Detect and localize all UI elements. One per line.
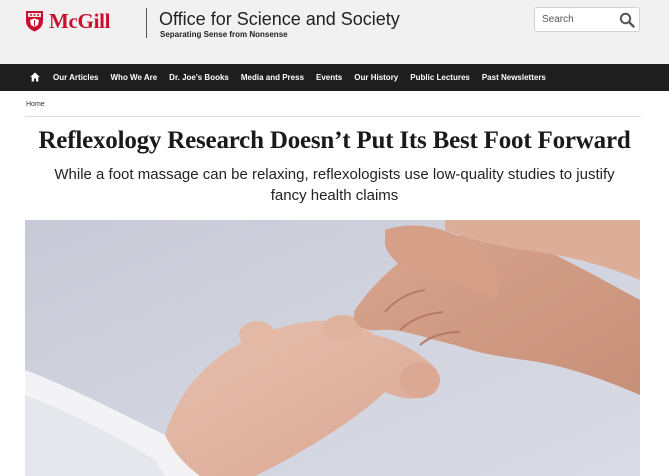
article-title: Reflexology Research Doesn’t Put Its Bes… [38,127,631,154]
site-header: McGill Office for Science and Society Se… [0,0,669,64]
search-input[interactable] [535,8,622,31]
main-nav: Our Articles Who We Are Dr. Joe's Books … [0,64,669,91]
nav-item-events[interactable]: Events [316,73,342,82]
search-box [534,7,640,32]
nav-item-our-history[interactable]: Our History [354,73,398,82]
nav-item-our-articles[interactable]: Our Articles [53,73,99,82]
article-subtitle: While a foot massage can be relaxing, re… [54,166,615,204]
nav-item-public-lectures[interactable]: Public Lectures [410,73,470,82]
foot-massage-photo [25,220,640,476]
hero-image [25,220,640,476]
site-title[interactable]: Office for Science and Society [159,9,400,30]
site-subtitle: Separating Sense from Nonsense [160,30,288,39]
breadcrumb-divider [25,116,641,117]
mcgill-crest-icon [26,11,43,32]
nav-item-dr-joes-books[interactable]: Dr. Joe's Books [169,73,229,82]
nav-item-who-we-are[interactable]: Who We Are [111,73,158,82]
nav-item-media-and-press[interactable]: Media and Press [241,73,304,82]
search-icon[interactable] [619,12,635,28]
header-divider [146,8,147,38]
nav-item-past-newsletters[interactable]: Past Newsletters [482,73,546,82]
logo-text: McGill [49,8,111,33]
breadcrumb-home[interactable]: Home [26,101,45,108]
nav-list: Our Articles Who We Are Dr. Joe's Books … [53,64,558,91]
mcgill-logo[interactable]: McGill [25,8,110,34]
home-icon[interactable] [30,72,40,82]
